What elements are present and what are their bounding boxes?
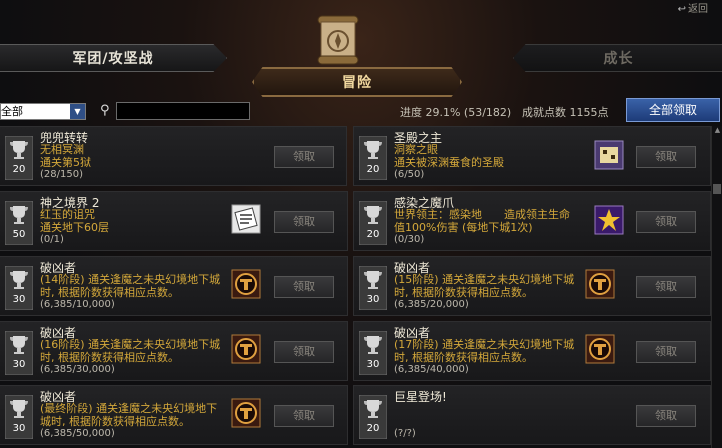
tab-growth[interactable]: 成长 xyxy=(513,44,722,72)
achievement-card: 30 破凶者 (15阶段) 通关逢魔之未央幻境地下城时, 根据阶数获得相应点数。 (6… xyxy=(353,256,711,316)
claim-button[interactable]: 领取 xyxy=(274,211,334,233)
claim-button[interactable]: 领取 xyxy=(274,146,334,168)
trophy-icon: 30 xyxy=(358,330,388,376)
achievement-progress: (28/150) xyxy=(40,169,83,180)
reward-badge-icon[interactable] xyxy=(585,334,615,364)
trophy-icon: 20 xyxy=(358,394,388,440)
achievement-card: 30 破凶者 (17阶段) 通关逢魔之未央幻境地下城时, 根据阶数获得相应点数。 (6… xyxy=(353,321,711,381)
claim-button[interactable]: 领取 xyxy=(274,405,334,427)
achievement-points: 成就点数 1155点 xyxy=(522,106,609,119)
scrollbar[interactable]: ▲ xyxy=(711,126,722,448)
trophy-icon: 30 xyxy=(4,330,34,376)
achievement-description: (最终阶段) 通关逢魔之未央幻境地下城时, 根据阶数获得相应点数。 xyxy=(40,402,218,428)
reward-badge-icon[interactable] xyxy=(594,140,624,170)
claim-button[interactable]: 领取 xyxy=(636,341,696,363)
claim-button[interactable]: 领取 xyxy=(274,276,334,298)
achievement-point-value: 30 xyxy=(12,359,26,370)
achievement-progress: (6,385/40,000) xyxy=(394,364,469,375)
achievement-progress: (6,385/10,000) xyxy=(40,299,115,310)
reward-badge-icon[interactable] xyxy=(585,269,615,299)
category-select[interactable]: 全部 ▼ xyxy=(0,103,86,120)
reward-badge-icon[interactable] xyxy=(231,334,261,364)
reward-badge-icon[interactable] xyxy=(231,269,261,299)
achievement-progress: (6/50) xyxy=(394,169,425,180)
achievement-point-value: 20 xyxy=(366,164,380,175)
trophy-icon: 20 xyxy=(358,135,388,181)
achievement-progress: (?/?) xyxy=(394,428,416,439)
claim-button[interactable]: 领取 xyxy=(636,276,696,298)
return-icon: ↩ xyxy=(677,4,686,15)
tab-legion[interactable]: 军团/攻坚战 xyxy=(0,44,227,72)
achievement-point-value: 20 xyxy=(366,423,380,434)
achievement-progress: (0/30) xyxy=(394,234,425,245)
achievement-point-value: 50 xyxy=(12,229,26,240)
achievement-point-value: 20 xyxy=(12,164,26,175)
achievement-description: 红玉的诅咒 通关地下60层 xyxy=(40,208,109,234)
chevron-down-icon[interactable]: ▼ xyxy=(70,104,85,119)
search-icon: ⚲ xyxy=(100,103,110,118)
achievement-point-value: 30 xyxy=(366,359,380,370)
category-select-value: 全部 xyxy=(1,105,23,118)
achievement-progress: (0/1) xyxy=(40,234,64,245)
reward-badge-icon[interactable] xyxy=(231,204,261,234)
trophy-icon: 30 xyxy=(358,265,388,311)
trophy-icon: 20 xyxy=(358,200,388,246)
achievement-card: 50 神之境界 2 红玉的诅咒 通关地下60层 (0/1) 领取 xyxy=(0,191,348,251)
achievement-description: (14阶段) 通关逢魔之未央幻境地下城时, 根据阶数获得相应点数。 xyxy=(40,273,221,299)
achievement-description: (15阶段) 通关逢魔之未央幻境地下城时, 根据阶数获得相应点数。 xyxy=(394,273,575,299)
achievement-card: 30 破凶者 (最终阶段) 通关逢魔之未央幻境地下城时, 根据阶数获得相应点数。 (6… xyxy=(0,385,348,445)
achievement-point-value: 30 xyxy=(12,294,26,305)
achievement-point-value: 20 xyxy=(366,229,380,240)
claim-all-button[interactable]: 全部领取 xyxy=(626,98,720,122)
progress-text: 进度 29.1% (53/182) xyxy=(400,106,512,119)
achievement-card: 30 破凶者 (14阶段) 通关逢魔之未央幻境地下城时, 根据阶数获得相应点数。 (6… xyxy=(0,256,348,316)
trophy-icon: 30 xyxy=(4,265,34,311)
scroll-up-icon[interactable]: ▲ xyxy=(713,126,722,134)
claim-button[interactable]: 领取 xyxy=(636,211,696,233)
achievement-description: 无相冥渊 通关第5狱 xyxy=(40,143,91,169)
reward-badge-icon[interactable] xyxy=(231,398,261,428)
achievement-title: 巨星登场! xyxy=(394,390,447,404)
achievement-card: 20 感染之魔爪 世界领主：感染地 造成领主生命值100%伤害 (每地下城1次) (0… xyxy=(353,191,711,251)
scrollbar-thumb[interactable] xyxy=(713,184,721,194)
achievement-progress: (6,385/20,000) xyxy=(394,299,469,310)
achievement-description: 洞察之眼 通关被深渊蚕食的圣殿 xyxy=(394,143,504,169)
back-button[interactable]: ↩ 返回 xyxy=(678,0,708,15)
achievement-card: 20 兜兜转转 无相冥渊 通关第5狱 (28/150) 领取 xyxy=(0,126,347,186)
tab-adventure[interactable]: 冒险 xyxy=(252,67,462,97)
trophy-icon: 50 xyxy=(4,200,34,246)
claim-button[interactable]: 领取 xyxy=(636,146,696,168)
search-input[interactable] xyxy=(116,102,250,120)
trophy-icon: 20 xyxy=(4,135,34,181)
achievement-description: 世界领主：感染地 造成领主生命值100%伤害 (每地下城1次) xyxy=(394,208,570,234)
claim-button[interactable]: 领取 xyxy=(274,341,334,363)
achievement-progress: (6,385/30,000) xyxy=(40,364,115,375)
reward-badge-icon[interactable] xyxy=(594,205,624,235)
trophy-icon: 30 xyxy=(4,394,34,440)
achievement-description: (16阶段) 通关逢魔之未央幻境地下城时, 根据阶数获得相应点数。 xyxy=(40,338,221,364)
achievement-card: 30 破凶者 (16阶段) 通关逢魔之未央幻境地下城时, 根据阶数获得相应点数。 (6… xyxy=(0,321,348,381)
achievement-description: (17阶段) 通关逢魔之未央幻境地下城时, 根据阶数获得相应点数。 xyxy=(394,338,575,364)
claim-button[interactable]: 领取 xyxy=(636,405,696,427)
achievement-point-value: 30 xyxy=(366,294,380,305)
achievement-card: 20 巨星登场! (?/?) 领取 xyxy=(353,385,711,445)
achievement-card: 20 圣殿之主 洞察之眼 通关被深渊蚕食的圣殿 (6/50) 领取 xyxy=(353,126,711,186)
achievement-progress: (6,385/50,000) xyxy=(40,428,115,439)
achievement-point-value: 30 xyxy=(12,423,26,434)
adventure-scroll-icon xyxy=(317,15,359,65)
